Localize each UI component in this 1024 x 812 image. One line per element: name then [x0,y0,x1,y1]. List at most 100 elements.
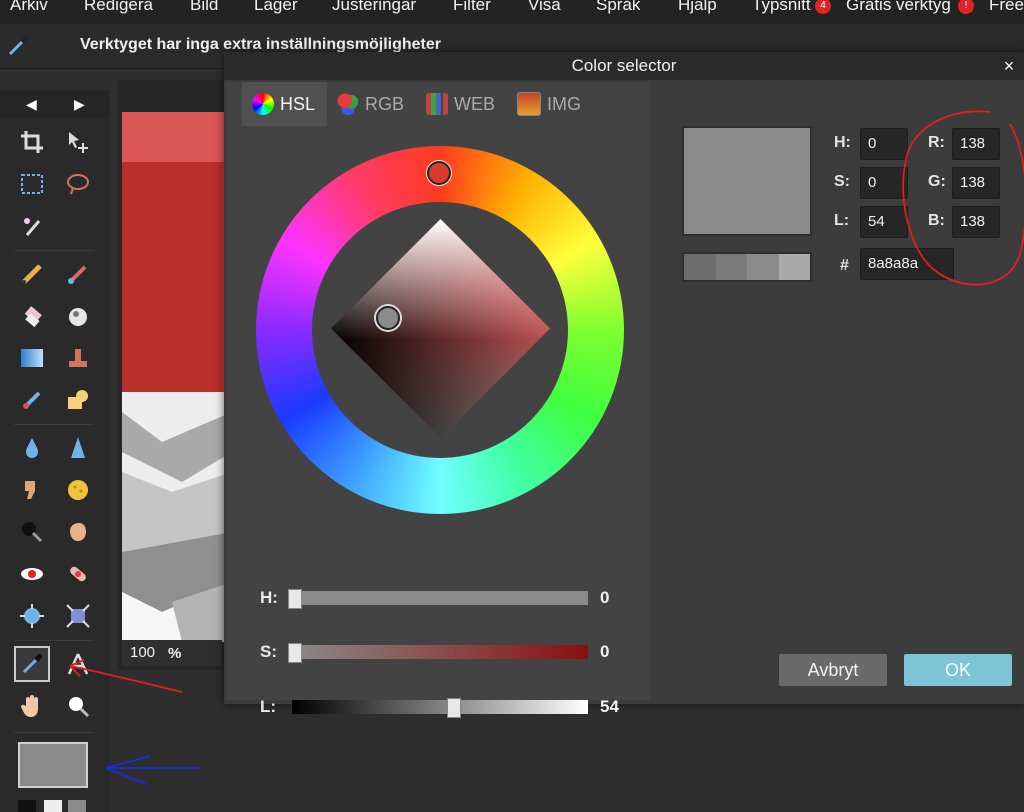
gradient-tool-icon[interactable] [14,340,50,376]
hsl-panel: HSL RGB WEB IMG H: 0 S: 0 L: 54 [226,82,650,718]
dodge-tool-icon[interactable] [14,514,50,550]
color-picker-tool-icon[interactable] [14,646,50,682]
zoom-tool-icon[interactable] [60,688,96,724]
g-field[interactable]: 138 [952,167,1000,199]
canvas-image[interactable] [122,112,232,672]
spot-heal-icon[interactable] [60,556,96,592]
color-selector-dialog: Color selector × HSL RGB WEB IMG H: 0 S:… [224,52,1024,718]
menu-redigera[interactable]: Redigera [84,0,153,15]
swatch-arrow-annotation [105,755,200,785]
rgb-tab-icon [337,93,360,115]
magic-wand-icon[interactable] [14,208,50,244]
canvas-area [118,80,232,670]
menu-lager[interactable]: Lager [254,0,297,15]
tab-rgb[interactable]: RGB [327,82,416,126]
web-tab-icon [426,93,449,115]
paint-bucket-icon[interactable] [60,298,96,334]
hue-slider-thumb[interactable] [288,589,302,609]
hue-slider[interactable] [292,591,588,605]
color-replace-icon[interactable] [14,382,50,418]
r-field-label: R: [928,134,945,151]
dialog-title: Color selector [224,52,1024,80]
menu-free[interactable]: Free [989,0,1024,15]
move-tool-icon[interactable] [60,124,96,160]
clone-stamp-icon[interactable] [60,340,96,376]
h-field-label: H: [834,134,851,151]
blur-tool-icon[interactable] [14,430,50,466]
menu-visa[interactable]: Visa [528,0,561,15]
shape-tool-icon[interactable] [60,382,96,418]
color-history-strip[interactable] [682,252,812,282]
pinch-tool-icon[interactable] [60,598,96,634]
tab-web-label: WEB [454,93,496,114]
hsl-tab-icon [252,93,274,115]
menu-filter[interactable]: Filter [453,0,491,15]
saturation-slider[interactable] [292,645,588,659]
swatch-reset-icon[interactable] [18,800,36,812]
swatch-gray-icon[interactable] [68,800,86,812]
ok-button[interactable]: OK [904,654,1012,686]
tools-next-icon[interactable]: ▶ [74,96,85,113]
close-icon[interactable]: × [998,52,1020,80]
current-tool-icon [6,34,30,63]
hue-slider-label: H: [260,588,278,607]
tab-img-label: IMG [547,93,582,114]
menu-hjalp[interactable]: Hjälp [678,0,717,15]
menu-justeringar[interactable]: Justeringar [332,0,416,15]
tools-separator [14,424,94,425]
hex-field[interactable]: 8a8a8a [860,248,954,280]
tools-panel: ◀ ▶ [0,90,110,812]
menu-gratis-verktyg[interactable]: Gratis verktyg [846,0,951,15]
tools-separator [14,732,94,733]
tab-hsl[interactable]: HSL [242,82,328,126]
tab-img[interactable]: IMG [507,82,593,126]
sponge-tool-icon[interactable] [60,472,96,508]
lightness-slider-label: L: [260,697,277,716]
tab-web[interactable]: WEB [416,82,507,126]
gratis-badge: ! [958,0,974,14]
swatch-white-icon[interactable] [44,800,62,812]
s-field[interactable]: 0 [860,167,908,199]
lasso-select-icon[interactable] [60,166,96,202]
tools-separator [14,640,94,641]
pencil-tool-icon[interactable] [14,256,50,292]
lightness-slider-value: 54 [600,697,619,716]
saturation-slider-label: S: [260,642,277,661]
r-field[interactable]: 138 [952,128,1000,160]
marquee-select-icon[interactable] [14,166,50,202]
smudge-tool-icon[interactable] [14,472,50,508]
menu-sprak[interactable]: Språk [596,0,640,15]
burn-tool-icon[interactable] [60,514,96,550]
tab-hsl-label: HSL [280,93,316,114]
crop-tool-icon[interactable] [14,124,50,160]
cancel-button[interactable]: Avbryt [779,654,887,686]
sharpen-tool-icon[interactable] [60,430,96,466]
sl-marker[interactable] [376,306,400,330]
hex-field-label: # [840,257,849,274]
l-field[interactable]: 54 [860,206,908,238]
lightness-slider-thumb[interactable] [447,698,461,718]
text-tool-icon[interactable] [60,646,96,682]
img-tab-icon [517,92,542,116]
saturation-slider-thumb[interactable] [288,643,302,663]
tools-separator [14,250,94,251]
red-eye-tool-icon[interactable] [14,556,50,592]
lightness-slider[interactable] [292,700,588,714]
menu-typsnitt[interactable]: Typsnitt [752,0,811,15]
hue-marker[interactable] [427,161,451,185]
new-color-preview [682,126,812,236]
zoom-value[interactable]: 100 [130,644,155,661]
bloat-tool-icon[interactable] [14,598,50,634]
eraser-tool-icon[interactable] [14,298,50,334]
menu-bild[interactable]: Bild [190,0,218,15]
color-mode-tabs: HSL RGB WEB IMG [242,82,593,126]
tools-prev-icon[interactable]: ◀ [26,96,37,113]
b-field[interactable]: 138 [952,206,1000,238]
zoom-indicator: 100 % [122,640,222,666]
menu-arkiv[interactable]: Arkiv [10,0,48,15]
h-field[interactable]: 0 [860,128,908,160]
brush-tool-icon[interactable] [60,256,96,292]
hand-tool-icon[interactable] [14,688,50,724]
g-field-label: G: [928,173,946,190]
foreground-color-swatch[interactable] [18,742,88,788]
